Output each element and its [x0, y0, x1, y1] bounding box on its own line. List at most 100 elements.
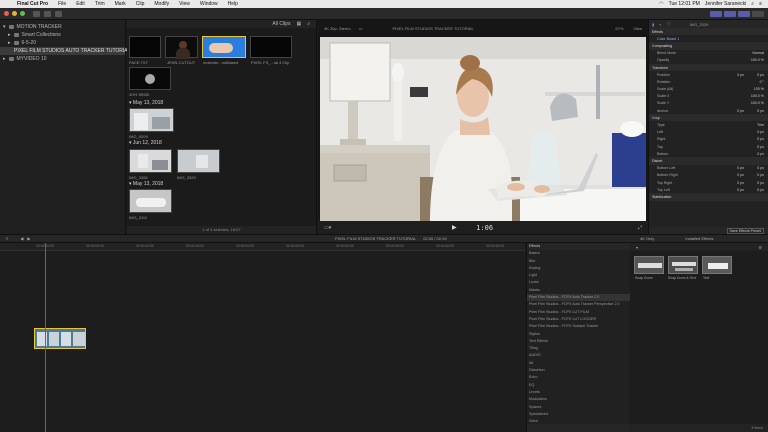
param-value[interactable]: 100.0 % — [751, 58, 764, 62]
library-item-event[interactable]: ▸ 6-5-20 — [0, 39, 125, 47]
info-inspector-icon[interactable]: ⓘ — [667, 21, 671, 27]
clip-thumbnail[interactable] — [129, 108, 174, 132]
inspector-param-row[interactable]: Left 0 px — [649, 129, 768, 136]
param-value[interactable]: 100 % — [754, 87, 764, 91]
date-group-header[interactable]: ▾ May 13, 2018 — [129, 181, 163, 187]
minimize-window-button[interactable] — [12, 11, 17, 16]
video-inspector-icon[interactable]: ▮ — [652, 22, 654, 27]
color-inspector-icon[interactable]: ◐ — [659, 22, 661, 27]
clip-thumbnail[interactable] — [177, 149, 220, 173]
effects-category-item[interactable]: EQ — [527, 382, 630, 389]
inspector-param-row[interactable]: Top 0 px — [649, 143, 768, 150]
disclosure-icon[interactable]: ▸ — [8, 40, 11, 46]
timecode-display[interactable]: 1:06 — [476, 224, 493, 232]
param-y-value[interactable]: 0 px — [744, 188, 764, 192]
param-value[interactable]: 0 px — [757, 130, 764, 134]
menu-view[interactable]: View — [174, 1, 195, 7]
toggle-inspector-button[interactable] — [738, 10, 750, 17]
param-value[interactable]: Trim — [757, 123, 764, 127]
disclosure-icon[interactable]: ▾ — [3, 24, 6, 30]
filmstrip-view-icon[interactable]: ▦ — [296, 21, 301, 27]
menu-file[interactable]: File — [53, 1, 71, 7]
effects-category-item[interactable]: Basics — [527, 250, 630, 257]
check-icon[interactable] — [55, 10, 62, 17]
clip-thumbnail[interactable] — [250, 36, 292, 58]
clip-thumbnail[interactable] — [165, 36, 198, 59]
transform-tool-icon[interactable]: ▭▾ — [324, 225, 331, 231]
inspector-section-header[interactable]: Stabilization — [649, 193, 768, 201]
forward-icon[interactable]: ▶ — [23, 236, 30, 241]
filter-4k-popup[interactable]: ▾ — [636, 245, 638, 250]
param-y-value[interactable]: 0 px — [744, 181, 764, 185]
effects-category-item[interactable]: Masks — [527, 287, 630, 294]
param-value[interactable]: 0 px — [757, 145, 764, 149]
param-value[interactable]: 100.0 % — [751, 101, 764, 105]
disclosure-icon[interactable]: ▸ — [3, 56, 6, 62]
param-y-value[interactable]: 0 px — [744, 109, 764, 113]
import-icon[interactable] — [33, 10, 40, 17]
effects-category-item[interactable]: Echo — [527, 374, 630, 381]
effects-category-item[interactable]: Distortion — [527, 367, 630, 374]
filter-popup[interactable]: All Clips — [272, 21, 290, 27]
menu-mark[interactable]: Mark — [110, 1, 131, 7]
effects-category-item[interactable]: Modulation — [527, 396, 630, 403]
param-x-value[interactable]: 0 px — [724, 173, 744, 177]
zoom-window-button[interactable] — [20, 11, 25, 16]
effects-category-item[interactable]: Pixel Film Studios - FCPX Auto Tracker 2… — [527, 294, 630, 302]
save-effects-preset-button[interactable]: Save Effects Preset — [726, 227, 764, 234]
keyword-icon[interactable] — [44, 10, 51, 17]
spotlight-icon[interactable]: ⌕ — [751, 1, 754, 7]
timeline-ruler[interactable]: 00:00:00:0000:00:05:0000:00:10:0000:00:1… — [0, 243, 525, 251]
inspector-param-row[interactable]: Anchor 0 px 0 px — [649, 107, 768, 114]
inspector-section-header[interactable]: Crop — [649, 114, 768, 122]
effects-search-field[interactable] — [527, 424, 630, 432]
share-button[interactable] — [752, 10, 764, 17]
clip-thumbnail[interactable] — [129, 149, 172, 173]
effects-category-item[interactable]: Stylize — [527, 331, 630, 338]
param-x-value[interactable]: 0 px — [724, 166, 744, 170]
effects-options-icon[interactable]: ⚙ — [758, 245, 762, 250]
inspector-section-header[interactable]: Effects — [649, 28, 768, 36]
effect-thumbnail[interactable] — [634, 256, 664, 274]
effects-category-item[interactable]: Light — [527, 272, 630, 279]
param-x-value[interactable]: 0 px — [724, 73, 744, 77]
menu-app-name[interactable]: Final Cut Pro — [12, 1, 53, 7]
inspector-param-row[interactable]: Position 0 px 0 px — [649, 71, 768, 78]
inspector-param-row[interactable]: Rotation 0 ° — [649, 78, 768, 85]
effects-category-item[interactable]: Blur — [527, 258, 630, 265]
clip-thumbnail-selected[interactable] — [202, 36, 246, 58]
menu-clip[interactable]: Clip — [131, 1, 150, 7]
date-group-header[interactable]: ▾ Jun 12, 2018 — [129, 140, 162, 146]
effect-thumbnail[interactable] — [668, 256, 698, 274]
param-x-value[interactable]: 0 px — [724, 109, 744, 113]
param-value[interactable]: 0 px — [757, 137, 764, 141]
library-item-motion-tracker[interactable]: ▾ MOTION TRACKER — [0, 23, 125, 31]
play-button[interactable]: ▶ — [452, 224, 457, 231]
fullscreen-icon[interactable]: ⤢ — [638, 225, 642, 231]
clip-thumbnail[interactable] — [129, 36, 161, 58]
menu-list-icon[interactable]: ≡ — [759, 1, 762, 7]
clip-thumbnail[interactable] — [129, 189, 172, 213]
param-value[interactable]: 0 ° — [760, 80, 764, 84]
wifi-icon[interactable]: ◠ — [659, 1, 663, 7]
param-y-value[interactable]: 0 px — [744, 173, 764, 177]
close-window-button[interactable] — [4, 11, 9, 16]
inspector-param-row[interactable]: Type Trim — [649, 121, 768, 128]
effects-category-item[interactable]: Levels — [527, 389, 630, 396]
effects-category-item[interactable]: Tiling — [527, 345, 630, 352]
menu-help[interactable]: Help — [223, 1, 243, 7]
param-y-value[interactable]: 0 px — [744, 73, 764, 77]
clip-thumbnail[interactable] — [129, 67, 171, 90]
inspector-section-header[interactable]: Transform — [649, 63, 768, 72]
inspector-param-row[interactable]: Scale (All) 100 % — [649, 86, 768, 93]
inspector-param-row[interactable]: Bottom Right 0 px 0 px — [649, 172, 768, 179]
param-value[interactable]: Normal — [752, 51, 764, 55]
inspector-param-row[interactable]: Bottom Left 0 px 0 px — [649, 165, 768, 172]
inspector-param-row[interactable]: Scale Y 100.0 % — [649, 100, 768, 107]
library-item-smart-collections[interactable]: ▸ Smart Collections — [0, 31, 125, 39]
library-item-myvideo[interactable]: ▸ MYVIDEO 10 — [0, 55, 125, 63]
video-frame[interactable] — [320, 37, 646, 239]
inspector-param-row[interactable]: Bottom 0 px — [649, 150, 768, 157]
clock[interactable]: Tue 12:01 PM — [669, 1, 700, 7]
timeline-clip[interactable] — [34, 328, 86, 349]
